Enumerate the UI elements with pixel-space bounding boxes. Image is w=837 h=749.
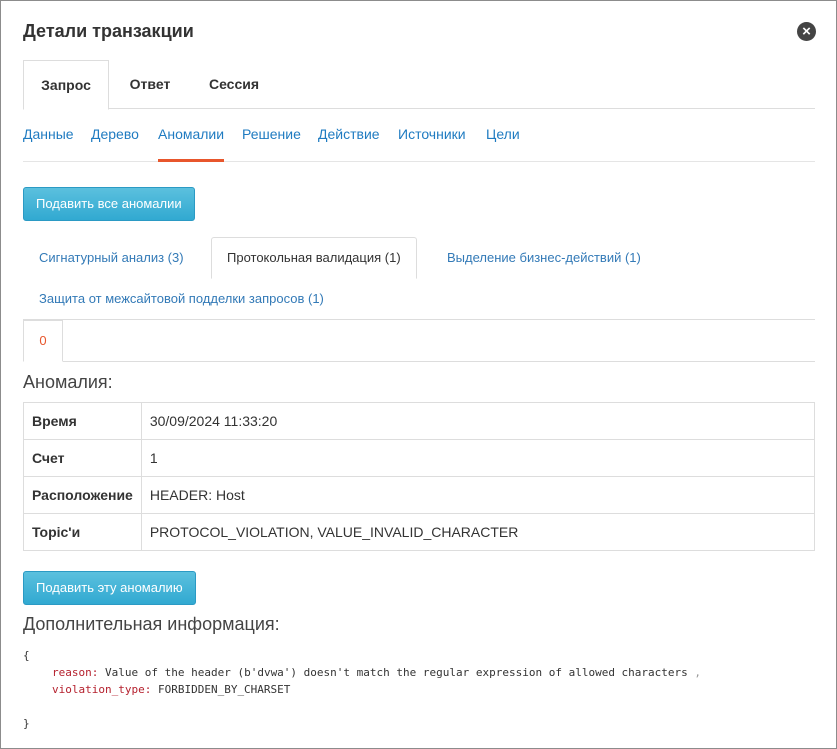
- json-open-brace: {: [23, 649, 30, 662]
- tab-business-actions[interactable]: Выделение бизнес-действий (1): [447, 250, 641, 265]
- tab-session[interactable]: Сессия: [195, 60, 273, 109]
- dialog-title: Детали транзакции: [23, 21, 194, 41]
- json-violation-type-line: violation_type: FORBIDDEN_BY_CHARSET: [52, 683, 291, 696]
- transaction-details-dialog: Детали транзакции × Запрос Ответ Сессия …: [0, 0, 837, 749]
- active-sub-nav-indicator: [158, 159, 224, 162]
- table-value: 1: [140, 439, 816, 477]
- table-key: Topic'и: [23, 513, 142, 551]
- tab-signature-analysis[interactable]: Сигнатурный анализ (3): [39, 250, 184, 265]
- table-row: Счет 1: [23, 439, 816, 477]
- tab-protocol-validation[interactable]: Протокольная валидация (1): [211, 237, 417, 279]
- suppress-this-anomaly-button[interactable]: Подавить эту аномалию: [23, 571, 196, 605]
- table-key: Время: [23, 402, 142, 440]
- json-value: FORBIDDEN_BY_CHARSET: [157, 683, 291, 696]
- json-key: reason: [52, 666, 92, 679]
- sub-nav-decision[interactable]: Решение: [242, 126, 301, 142]
- suppress-all-anomalies-button[interactable]: Подавить все аномалии: [23, 187, 195, 221]
- main-tabs: Запрос Ответ Сессия: [23, 60, 815, 110]
- sub-nav-anomalies[interactable]: Аномалии: [158, 126, 224, 142]
- table-row: Topic'и PROTOCOL_VIOLATION, VALUE_INVALI…: [23, 513, 816, 551]
- anomaly-category-tabs: Сигнатурный анализ (3) Протокольная вали…: [23, 237, 815, 320]
- table-value: HEADER: Host: [140, 476, 816, 514]
- json-reason-line: reason: Value of the header (b'dvwa') do…: [52, 666, 702, 679]
- json-value: Value of the header (b'dvwa') doesn't ma…: [105, 666, 688, 679]
- sub-nav-data[interactable]: Данные: [23, 126, 74, 142]
- extra-info-json: { reason: Value of the header (b'dvwa') …: [23, 647, 701, 732]
- close-icon[interactable]: ×: [797, 22, 816, 41]
- tab-response[interactable]: Ответ: [109, 60, 191, 109]
- anomaly-table: Время 30/09/2024 11:33:20 Счет 1 Располо…: [23, 402, 816, 551]
- sub-nav: Данные Дерево Аномалии Решение Действие …: [23, 116, 815, 162]
- sub-nav-action[interactable]: Действие: [318, 126, 380, 142]
- anomaly-heading: Аномалия:: [23, 372, 113, 392]
- sub-nav-tree[interactable]: Дерево: [91, 126, 139, 142]
- tab-csrf-protection[interactable]: Защита от межсайтовой подделки запросов …: [39, 291, 324, 306]
- table-value: PROTOCOL_VIOLATION, VALUE_INVALID_CHARAC…: [140, 513, 816, 551]
- table-key: Расположение: [23, 476, 142, 514]
- json-close-brace: }: [23, 717, 30, 730]
- sub-nav-sources[interactable]: Источники: [398, 126, 466, 142]
- table-key: Счет: [23, 439, 142, 477]
- sub-nav-targets[interactable]: Цели: [486, 126, 520, 142]
- anomaly-index-tab[interactable]: 0: [23, 320, 63, 362]
- tab-request[interactable]: Запрос: [23, 60, 109, 110]
- extra-info-heading: Дополнительная информация:: [23, 614, 280, 634]
- table-value: 30/09/2024 11:33:20: [140, 402, 816, 440]
- anomaly-index-tabs: 0: [23, 320, 815, 362]
- json-key: violation_type: [52, 683, 145, 696]
- json-comma: ,: [694, 666, 702, 679]
- table-row: Расположение HEADER: Host: [23, 476, 816, 514]
- table-row: Время 30/09/2024 11:33:20: [23, 402, 816, 440]
